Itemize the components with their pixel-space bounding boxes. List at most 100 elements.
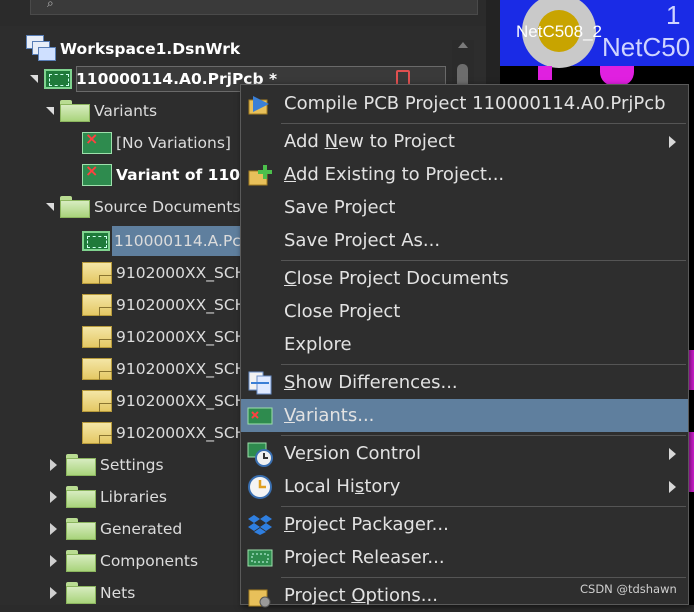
pcb-doc-icon bbox=[82, 231, 110, 251]
menu-separator bbox=[281, 123, 686, 124]
submenu-arrow-icon bbox=[669, 447, 676, 460]
expand-arrow-icon[interactable] bbox=[46, 203, 54, 211]
workspace-item[interactable]: Workspace1.DsnWrk bbox=[26, 34, 240, 64]
schematic-label: 9102000XX_SCH_ bbox=[116, 264, 255, 282]
schematic-label: 9102000XX_SCH_ bbox=[116, 424, 255, 442]
collapse-arrow-icon[interactable] bbox=[50, 491, 57, 503]
add-existing-icon bbox=[245, 161, 275, 189]
menu-label: Project Packager... bbox=[284, 514, 449, 535]
search-input[interactable]: ⌕ bbox=[30, 0, 478, 15]
menu-label: Version Control bbox=[284, 443, 421, 464]
releaser-icon bbox=[245, 544, 275, 572]
net-label: NetC508_2 bbox=[516, 22, 603, 41]
settings-folder[interactable]: Settings bbox=[50, 450, 164, 480]
schematic-label: 9102000XX_SCH_ bbox=[116, 296, 255, 314]
folder-label: Components bbox=[100, 552, 199, 570]
menu-project-packager[interactable]: Project Packager... bbox=[241, 508, 688, 541]
compile-icon bbox=[245, 90, 275, 118]
folder-icon bbox=[66, 454, 96, 476]
folder-icon bbox=[66, 486, 96, 508]
menu-variants[interactable]: Variants... bbox=[241, 399, 688, 432]
menu-label: Compile PCB Project 110000114.A0.PrjPcb bbox=[284, 93, 666, 114]
menu-label: Variants... bbox=[284, 405, 375, 426]
menu-explore[interactable]: Explore bbox=[241, 328, 688, 361]
menu-label: Add New to Project bbox=[284, 131, 455, 152]
libraries-folder[interactable]: Libraries bbox=[50, 482, 167, 512]
menu-label: Explore bbox=[284, 334, 352, 355]
pad-number: 1 bbox=[666, 0, 681, 30]
folder-icon bbox=[60, 196, 90, 218]
menu-label: Local History bbox=[284, 476, 401, 497]
folder-label: Libraries bbox=[100, 488, 167, 506]
menu-save-project[interactable]: Save Project bbox=[241, 191, 688, 224]
menu-compile[interactable]: Compile PCB Project 110000114.A0.PrjPcb bbox=[241, 87, 688, 120]
menu-save-project-as[interactable]: Save Project As... bbox=[241, 224, 688, 257]
expand-arrow-icon[interactable] bbox=[46, 107, 54, 115]
options-icon bbox=[245, 582, 275, 610]
variant-label: [No Variations] bbox=[116, 134, 231, 152]
schematic-item[interactable]: 9102000XX_SCH_ bbox=[82, 258, 254, 288]
trace bbox=[600, 66, 634, 86]
schematic-icon bbox=[82, 326, 112, 348]
scroll-up-icon[interactable] bbox=[458, 42, 468, 48]
menu-separator bbox=[281, 577, 686, 578]
collapse-arrow-icon[interactable] bbox=[50, 523, 57, 535]
collapse-arrow-icon[interactable] bbox=[50, 459, 57, 471]
menu-close-project[interactable]: Close Project bbox=[241, 295, 688, 328]
variants-folder[interactable]: Variants bbox=[46, 96, 157, 126]
watermark: CSDN @tdshawn bbox=[580, 582, 677, 596]
folder-label: Settings bbox=[100, 456, 164, 474]
schematic-item[interactable]: 9102000XX_SCH_ bbox=[82, 354, 254, 384]
folder-icon bbox=[60, 100, 90, 122]
schematic-item[interactable]: 9102000XX_SCH_ bbox=[82, 418, 254, 448]
menu-label: Save Project bbox=[284, 197, 396, 218]
clock-icon bbox=[245, 473, 275, 501]
schematic-icon bbox=[82, 358, 112, 380]
source-documents-folder[interactable]: Source Documents bbox=[46, 192, 241, 222]
menu-label: Project Releaser... bbox=[284, 547, 445, 568]
components-folder[interactable]: Components bbox=[50, 546, 198, 576]
trace bbox=[538, 66, 552, 80]
differences-icon bbox=[245, 369, 275, 397]
menu-add-existing[interactable]: Add Existing to Project... bbox=[241, 158, 688, 191]
menu-show-differences[interactable]: Show Differences... bbox=[241, 366, 688, 399]
folder-label: Nets bbox=[100, 584, 136, 602]
variant-icon bbox=[82, 161, 112, 186]
folder-label: Generated bbox=[100, 520, 183, 538]
expand-arrow-icon[interactable] bbox=[30, 75, 38, 83]
schematic-item[interactable]: 9102000XX_SCH_ bbox=[82, 386, 254, 416]
net-label: NetC50 bbox=[602, 32, 691, 62]
submenu-arrow-icon bbox=[669, 135, 676, 148]
variant-icon bbox=[82, 129, 112, 154]
schematic-item[interactable]: 9102000XX_SCH_ bbox=[82, 322, 254, 352]
menu-label: Add Existing to Project... bbox=[284, 164, 505, 185]
menu-label: Save Project As... bbox=[284, 230, 441, 251]
schematic-label: 9102000XX_SCH_ bbox=[116, 392, 255, 410]
variant-item[interactable]: [No Variations] bbox=[82, 128, 231, 158]
menu-label: Project Options... bbox=[284, 585, 438, 606]
schematic-icon bbox=[82, 294, 112, 316]
menu-separator bbox=[281, 364, 686, 365]
folder-icon bbox=[66, 582, 96, 604]
variant-item[interactable]: Variant of 1100 bbox=[82, 160, 251, 190]
pcb-document-item[interactable]: 110000114.A.Pcb bbox=[82, 226, 251, 256]
pcb-project-icon bbox=[44, 69, 72, 89]
menu-project-releaser[interactable]: Project Releaser... bbox=[241, 541, 688, 574]
menu-add-new[interactable]: Add New to Project bbox=[241, 125, 688, 158]
collapse-arrow-icon[interactable] bbox=[50, 555, 57, 567]
workspace-label: Workspace1.DsnWrk bbox=[60, 40, 241, 58]
schematic-label: 9102000XX_SCH_ bbox=[116, 328, 255, 346]
workspace-icon bbox=[26, 35, 56, 63]
schematic-item[interactable]: 9102000XX_SCH_ bbox=[82, 290, 254, 320]
menu-local-history[interactable]: Local History bbox=[241, 470, 688, 503]
menu-close-project-documents[interactable]: Close Project Documents bbox=[241, 262, 688, 295]
search-icon: ⌕ bbox=[47, 0, 54, 10]
dropbox-icon bbox=[245, 511, 275, 539]
collapse-arrow-icon[interactable] bbox=[50, 587, 57, 599]
nets-folder[interactable]: Nets bbox=[50, 578, 135, 608]
menu-version-control[interactable]: Version Control bbox=[241, 437, 688, 470]
pcb-doc-label: 110000114.A.Pcb bbox=[114, 232, 251, 250]
version-control-icon bbox=[245, 440, 275, 468]
generated-folder[interactable]: Generated bbox=[50, 514, 182, 544]
source-folder-label: Source Documents bbox=[94, 198, 241, 216]
